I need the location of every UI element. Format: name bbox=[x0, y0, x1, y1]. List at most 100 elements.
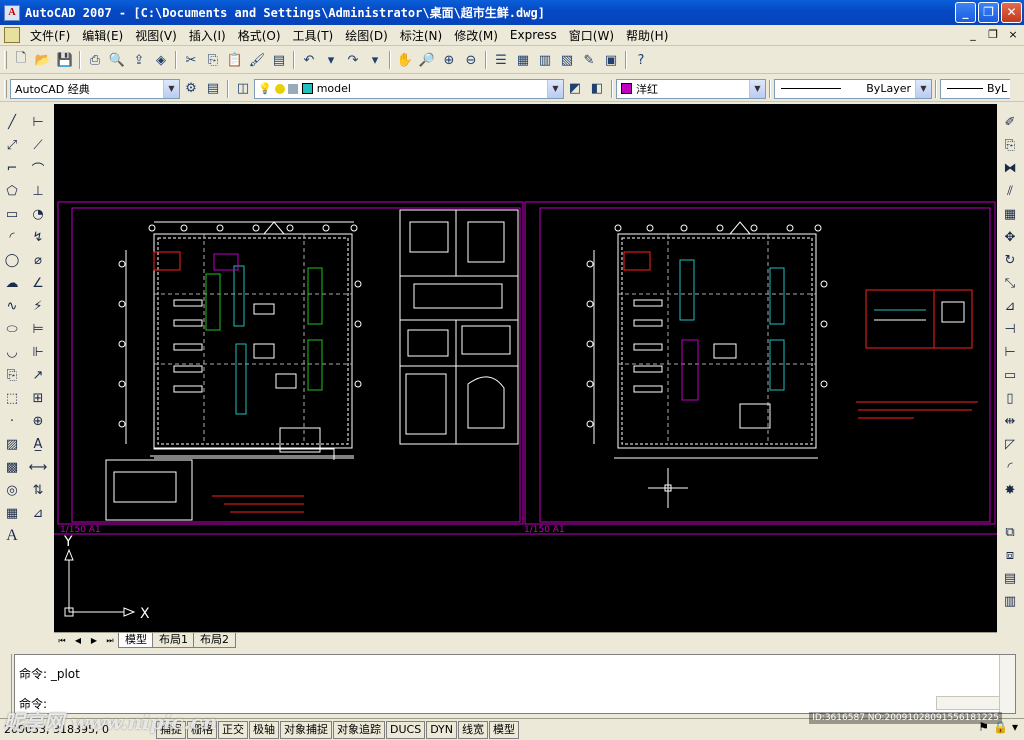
baseline-dimension-icon[interactable]: ⊨ bbox=[28, 319, 48, 339]
offset-icon[interactable]: ⫽ bbox=[1000, 181, 1020, 201]
paste-icon[interactable]: 📋 bbox=[225, 50, 245, 70]
workspace-save-icon[interactable]: ▤ bbox=[203, 79, 223, 99]
dimension-update-icon[interactable]: ⇅ bbox=[28, 480, 48, 500]
insert-block-icon[interactable]: ⎘ bbox=[2, 365, 22, 385]
doc-minimize-button[interactable]: _ bbox=[966, 28, 980, 41]
send-under-icon[interactable]: ▥ bbox=[1000, 591, 1020, 611]
next-tab-button[interactable]: ▶ bbox=[86, 634, 102, 648]
chevron-down-icon[interactable]: ▼ bbox=[547, 79, 563, 98]
first-tab-button[interactable]: ⏮ bbox=[54, 634, 70, 648]
publish-icon[interactable]: ⇪ bbox=[129, 50, 149, 70]
properties-icon[interactable]: ☰ bbox=[491, 50, 511, 70]
open-file-icon[interactable]: 📂 bbox=[33, 50, 53, 70]
lineweight-toggle[interactable]: 线宽 bbox=[458, 720, 489, 739]
rotate-icon[interactable]: ↻ bbox=[1000, 250, 1020, 270]
pan-icon[interactable]: ✋ bbox=[395, 50, 415, 70]
undo-icon[interactable]: ↶ bbox=[299, 50, 319, 70]
copy-object-icon[interactable]: ⎘ bbox=[1000, 135, 1020, 155]
chamfer-icon[interactable]: ◸ bbox=[1000, 434, 1020, 454]
3d-dwf-icon[interactable]: ◈ bbox=[151, 50, 171, 70]
minimize-button[interactable]: _ bbox=[955, 2, 976, 23]
lineweight-select[interactable]: ByL bbox=[940, 78, 1010, 99]
radius-dimension-icon[interactable]: ◔ bbox=[28, 204, 48, 224]
redo-icon[interactable]: ↷ bbox=[343, 50, 363, 70]
color-select[interactable]: 洋红 ▼ bbox=[616, 78, 766, 99]
help-icon[interactable]: ? bbox=[631, 50, 651, 70]
restore-button[interactable]: ❐ bbox=[978, 2, 999, 23]
polygon-icon[interactable]: ⬠ bbox=[2, 181, 22, 201]
diameter-dimension-icon[interactable]: ⌀ bbox=[28, 250, 48, 270]
rectangle-icon[interactable]: ▭ bbox=[2, 204, 22, 224]
break-icon[interactable]: ▯ bbox=[1000, 388, 1020, 408]
markup-icon[interactable]: ✎ bbox=[579, 50, 599, 70]
arc-icon[interactable]: ◜ bbox=[2, 227, 22, 247]
dimension-edit-icon[interactable]: A̲ bbox=[28, 434, 48, 454]
center-mark-icon[interactable]: ⊕ bbox=[28, 411, 48, 431]
chevron-down-icon[interactable]: ▼ bbox=[915, 79, 931, 98]
plot-icon[interactable]: ⎙ bbox=[85, 50, 105, 70]
scale-icon[interactable]: ⤡ bbox=[1000, 273, 1020, 293]
layer-manager-icon[interactable]: ◫ bbox=[233, 79, 253, 99]
point-icon[interactable]: · bbox=[2, 411, 22, 431]
menu-view[interactable]: 视图(V) bbox=[129, 27, 183, 44]
cad-drawing[interactable]: 1/150 A1 1/150 A1 X Y bbox=[54, 104, 997, 632]
copy-icon[interactable]: ⎘ bbox=[203, 50, 223, 70]
trim-icon[interactable]: ⊣ bbox=[1000, 319, 1020, 339]
ellipse-arc-icon[interactable]: ◡ bbox=[2, 342, 22, 362]
tolerance-icon[interactable]: ⊞ bbox=[28, 388, 48, 408]
drawing-area[interactable]: 1/150 A1 1/150 A1 X Y bbox=[54, 104, 997, 632]
close-button[interactable]: ✕ bbox=[1001, 2, 1022, 23]
undo-dropdown-icon[interactable]: ▾ bbox=[321, 50, 341, 70]
multiline-text-icon[interactable]: A bbox=[2, 526, 22, 546]
doc-close-button[interactable]: × bbox=[1006, 28, 1020, 41]
menu-tools[interactable]: 工具(T) bbox=[287, 27, 340, 44]
dimension-style-icon[interactable]: ⊿ bbox=[28, 503, 48, 523]
arc-length-icon[interactable]: ⌒ bbox=[28, 158, 48, 178]
explode-icon[interactable]: ✸ bbox=[1000, 480, 1020, 500]
break-at-point-icon[interactable]: ▭ bbox=[1000, 365, 1020, 385]
dimension-text-edit-icon[interactable]: ⟷ bbox=[28, 457, 48, 477]
model-space-toggle[interactable]: 模型 bbox=[489, 720, 520, 739]
last-tab-button[interactable]: ⏭ bbox=[102, 634, 118, 648]
hatch-icon[interactable]: ▨ bbox=[2, 434, 22, 454]
menu-draw[interactable]: 绘图(D) bbox=[339, 27, 394, 44]
circle-icon[interactable]: ◯ bbox=[2, 250, 22, 270]
command-window[interactable]: 命令: _plot 命令: bbox=[14, 654, 1016, 714]
command-horizontal-scrollbar[interactable] bbox=[936, 696, 1000, 710]
dyn-toggle[interactable]: DYN bbox=[426, 720, 458, 739]
otrack-toggle[interactable]: 对象追踪 bbox=[333, 720, 385, 739]
make-block-icon[interactable]: ⬚ bbox=[2, 388, 22, 408]
erase-icon[interactable]: ✐ bbox=[1000, 112, 1020, 132]
menu-help[interactable]: 帮助(H) bbox=[620, 27, 674, 44]
design-center-icon[interactable]: ▦ bbox=[513, 50, 533, 70]
tool-palettes-icon[interactable]: ▥ bbox=[535, 50, 555, 70]
sheet-set-icon[interactable]: ▧ bbox=[557, 50, 577, 70]
ordinate-dimension-icon[interactable]: ⊥ bbox=[28, 181, 48, 201]
command-scrollbar[interactable] bbox=[999, 655, 1015, 713]
construction-line-icon[interactable]: ⤢ bbox=[2, 135, 22, 155]
quick-dimension-icon[interactable]: ⚡ bbox=[28, 296, 48, 316]
array-icon[interactable]: ▦ bbox=[1000, 204, 1020, 224]
bring-to-front-icon[interactable]: ⧉ bbox=[1000, 522, 1020, 542]
zoom-previous-icon[interactable]: ⊖ bbox=[461, 50, 481, 70]
status-menu-icon[interactable]: ▾ bbox=[1012, 720, 1018, 734]
stretch-icon[interactable]: ⊿ bbox=[1000, 296, 1020, 316]
region-icon[interactable]: ◎ bbox=[2, 480, 22, 500]
toolbar-grip[interactable] bbox=[4, 51, 7, 69]
send-to-back-icon[interactable]: ⧈ bbox=[1000, 545, 1020, 565]
polar-toggle[interactable]: 极轴 bbox=[249, 720, 279, 739]
new-file-icon[interactable]: 🗋 bbox=[11, 50, 31, 70]
calculator-icon[interactable]: ▣ bbox=[601, 50, 621, 70]
redo-dropdown-icon[interactable]: ▾ bbox=[365, 50, 385, 70]
doc-restore-button[interactable]: ❐ bbox=[986, 28, 1000, 41]
linear-dimension-icon[interactable]: ⊢ bbox=[28, 112, 48, 132]
menu-insert[interactable]: 插入(I) bbox=[183, 27, 232, 44]
block-editor-icon[interactable]: ▤ bbox=[269, 50, 289, 70]
tab-model[interactable]: 模型 bbox=[118, 633, 154, 648]
ortho-toggle[interactable]: 正交 bbox=[218, 720, 248, 739]
ellipse-icon[interactable]: ⬭ bbox=[2, 319, 22, 339]
save-icon[interactable]: 💾 bbox=[55, 50, 75, 70]
document-icon[interactable] bbox=[4, 27, 20, 43]
table-icon[interactable]: ▦ bbox=[2, 503, 22, 523]
menu-file[interactable]: 文件(F) bbox=[24, 27, 76, 44]
